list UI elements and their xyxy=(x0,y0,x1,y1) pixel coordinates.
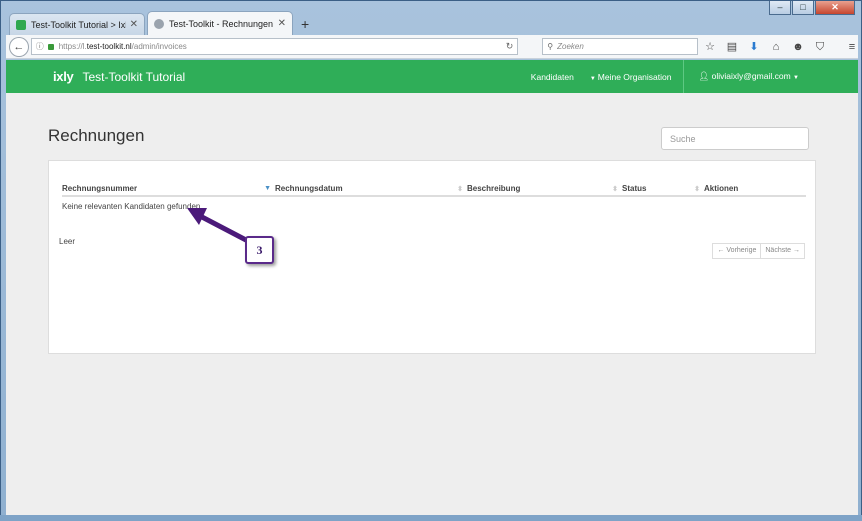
nav-divider xyxy=(683,60,685,93)
column-header-rechnungsnummer[interactable]: Rechnungsnummer ▼ xyxy=(62,181,275,195)
search-input[interactable] xyxy=(661,127,809,150)
column-label: Rechnungsnummer xyxy=(62,183,138,193)
page-favicon-icon xyxy=(154,18,164,29)
new-tab-button[interactable]: + xyxy=(301,16,309,32)
sort-icon: ⬍ xyxy=(612,186,618,193)
back-button[interactable]: ← xyxy=(9,36,29,57)
tab-bar: Test-Toolkit Tutorial > Ixly ✕ Test-Tool… xyxy=(9,11,853,35)
sort-desc-icon: ▼ xyxy=(264,185,271,192)
invoices-table: Rechnungsnummer ▼ Rechnungsdatum ⬍ Besch… xyxy=(62,181,806,211)
column-header-beschreibung[interactable]: Beschreibung ⬍ xyxy=(467,181,622,195)
caret-down-icon: ▼ xyxy=(589,75,596,82)
column-header-aktionen[interactable]: Aktionen xyxy=(704,181,806,195)
lock-icon xyxy=(47,43,54,50)
next-page-button[interactable]: Nächste → xyxy=(761,243,805,259)
empty-table-message: Keine relevanten Kandidaten gefunden xyxy=(62,202,201,211)
browser-search-input[interactable]: ⚲ Zoeken xyxy=(542,38,698,55)
download-icon[interactable]: ⬇ xyxy=(748,41,760,53)
pocket-icon[interactable]: ⛉ xyxy=(814,41,826,53)
address-bar[interactable]: ⓘ https://l. test-toolkit.nl/admin/invoic… xyxy=(30,38,519,55)
clipboard-icon[interactable]: ▤ xyxy=(726,41,738,53)
previous-page-button[interactable]: ← Vorherige xyxy=(712,243,762,259)
tab-rechnungen[interactable]: Test-Toolkit - Rechnungen ✕ xyxy=(147,11,293,35)
invoices-panel: Rechnungsnummer ▼ Rechnungsdatum ⬍ Besch… xyxy=(48,160,816,354)
table-info: Leer xyxy=(59,237,76,246)
menu-icon[interactable]: ≡ xyxy=(846,41,858,53)
column-header-rechnungsdatum[interactable]: Rechnungsdatum ⬍ xyxy=(275,181,467,195)
arrow-left-icon: ← xyxy=(13,40,25,53)
app-title[interactable]: Test-Toolkit Tutorial xyxy=(82,70,185,84)
sort-icon: ⬍ xyxy=(457,186,463,193)
nav-kandidaten[interactable]: Kandidaten xyxy=(523,72,582,82)
url-path: /admin/invoices xyxy=(131,42,187,51)
ixly-favicon-icon xyxy=(16,19,26,30)
column-label: Beschreibung xyxy=(467,183,521,193)
reload-icon[interactable]: ↻ xyxy=(506,41,514,52)
column-header-status[interactable]: Status ⬍ xyxy=(622,181,704,195)
close-tab-icon[interactable]: ✕ xyxy=(278,18,286,29)
column-label: Rechnungsdatum xyxy=(275,183,343,193)
column-label: Aktionen xyxy=(704,183,739,193)
url-host: test-toolkit.nl xyxy=(86,42,132,51)
star-icon[interactable]: ☆ xyxy=(704,41,716,53)
tab-title: Test-Toolkit - Rechnungen xyxy=(169,18,274,29)
user-menu[interactable]: 👤︎ oliviaixly@gmail.com ▼ xyxy=(690,71,858,82)
caret-down-icon: ▼ xyxy=(793,75,799,81)
page-title: Rechnungen xyxy=(48,126,145,145)
sort-icon: ⬍ xyxy=(694,186,700,193)
ixly-logo[interactable]: ixly xyxy=(53,69,74,84)
user-email: oliviaixly@gmail.com xyxy=(711,71,791,81)
column-label: Status xyxy=(622,183,647,193)
tab-title: Test-Toolkit Tutorial > Ixly xyxy=(31,19,126,30)
page-content: ixly Test-Toolkit Tutorial Kandidaten ▼ M… xyxy=(6,60,858,516)
info-icon[interactable]: ⓘ xyxy=(36,41,44,52)
window-bottom-edge xyxy=(0,515,862,521)
tab-tutorial[interactable]: Test-Toolkit Tutorial > Ixly ✕ xyxy=(9,13,145,35)
nav-organisation-label: Meine Organisation xyxy=(597,71,672,82)
chat-icon[interactable]: ☻ xyxy=(792,41,804,53)
annotation-badge: 3 xyxy=(245,236,274,264)
nav-organisation[interactable]: ▼ Meine Organisation xyxy=(582,72,680,82)
app-header: ixly Test-Toolkit Tutorial Kandidaten ▼ M… xyxy=(6,60,858,93)
search-icon: ⚲ xyxy=(547,42,554,51)
browser-search-placeholder: Zoeken xyxy=(557,42,584,51)
pagination: ← Vorherige Nächste → xyxy=(712,243,805,259)
toolbar-icons: ☆ ▤ ⬇ ⌂ ☻ ⛉ ≡ xyxy=(704,41,858,53)
navigation-toolbar: ← ⓘ https://l. test-toolkit.nl/admin/invo… xyxy=(6,35,858,59)
table-header: Rechnungsnummer ▼ Rechnungsdatum ⬍ Besch… xyxy=(62,181,806,197)
header-nav: Kandidaten ▼ Meine Organisation 👤︎ olivia… xyxy=(523,60,858,93)
home-icon[interactable]: ⌂ xyxy=(770,41,782,53)
user-icon: 👤︎ xyxy=(698,71,710,81)
browser-window: – □ ✕ Test-Toolkit Tutorial > Ixly ✕ Tes… xyxy=(0,0,862,521)
close-tab-icon[interactable]: ✕ xyxy=(130,19,138,30)
url-prefix: https://l. xyxy=(58,42,87,51)
